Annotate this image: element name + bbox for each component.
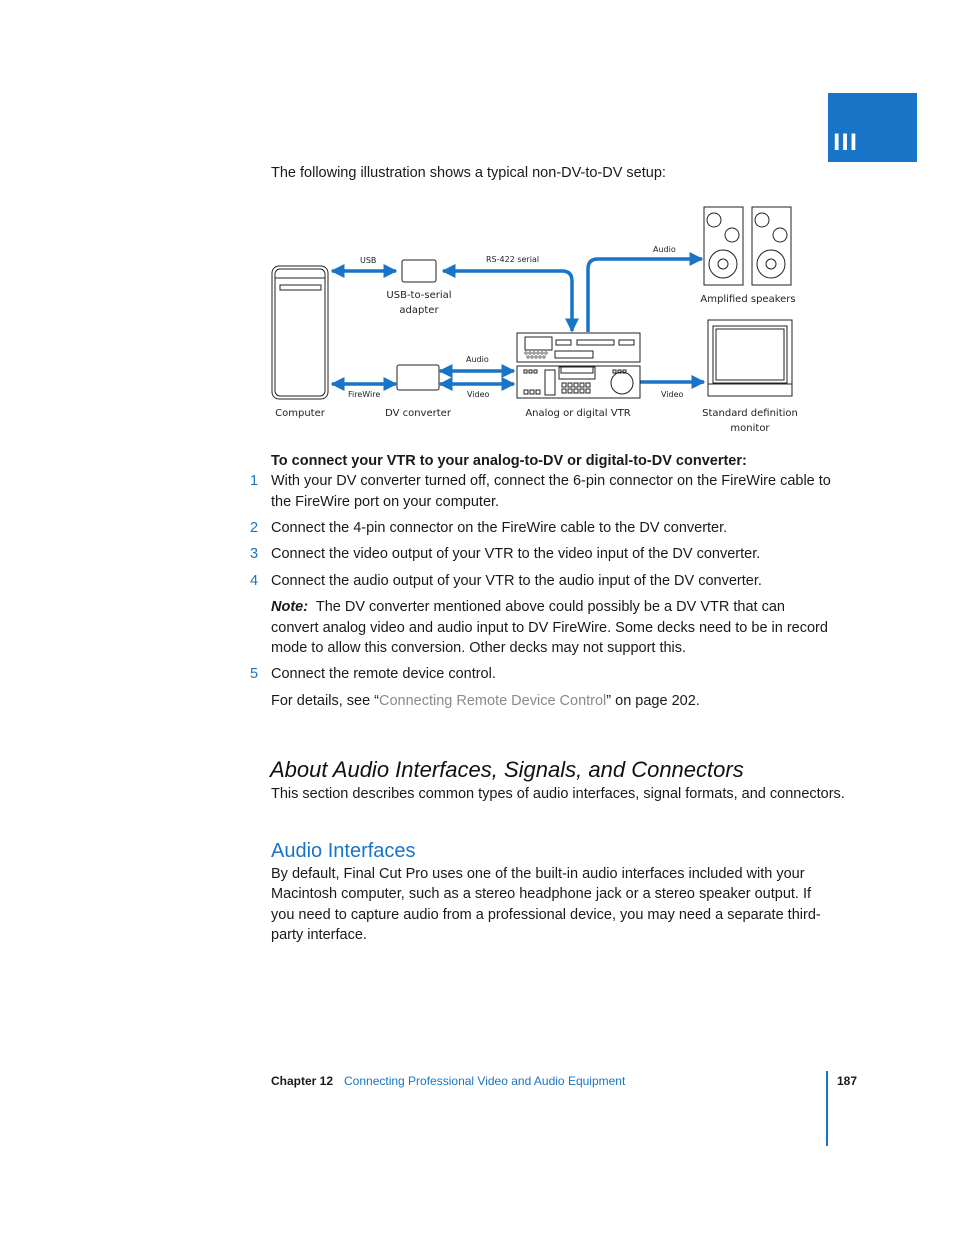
usb-adapter-label-1: USB-to-serial — [386, 290, 451, 301]
section-title: About Audio Interfaces, Signals, and Con… — [270, 757, 744, 782]
speakers-icon — [703, 206, 792, 286]
procedure-heading: To connect your VTR to your analog-to-DV… — [271, 453, 747, 469]
part-tab: III — [828, 93, 917, 162]
note-label: Note: — [271, 599, 309, 615]
rs422-cable — [441, 264, 579, 333]
step-number: 4 — [250, 573, 259, 589]
firewire-label: FireWire — [348, 390, 380, 399]
note-text: The DV converter mentioned above could p… — [271, 599, 828, 656]
video-monitor-label: Video — [661, 390, 684, 399]
note: Note: The DV converter mentioned above c… — [271, 597, 831, 659]
subsection-title: Audio Interfaces — [271, 840, 416, 862]
dv-converter-icon — [396, 364, 440, 391]
details-reference: For details, see “Connecting Remote Devi… — [271, 691, 700, 711]
computer-icon — [271, 265, 329, 400]
page-number: 187 — [837, 1074, 858, 1088]
step-number: 2 — [250, 520, 259, 536]
rs422-label: RS-422 serial — [486, 255, 539, 264]
video-converter-label: Video — [467, 390, 490, 399]
monitor-label-2: monitor — [730, 423, 770, 434]
cross-reference-link[interactable]: Connecting Remote Device Control — [379, 693, 606, 709]
part-number: III — [833, 131, 859, 156]
step-text: Connect the video output of your VTR to … — [271, 546, 761, 562]
footer-divider — [826, 1071, 828, 1146]
step-number: 1 — [250, 473, 259, 489]
monitor-icon — [707, 319, 793, 397]
footer-chapter: Chapter 12 — [271, 1074, 334, 1088]
audio-speakers-cable — [586, 252, 704, 332]
section-description: This section describes common types of a… — [271, 786, 845, 802]
connection-diagram: USB RS-422 serial Audio Audio FireWire V… — [271, 206, 798, 434]
step-text: Connect the remote device control. — [271, 666, 496, 682]
usb-adapter-label-2: adapter — [399, 305, 439, 316]
usb-label: USB — [360, 256, 376, 265]
audio-converter-label: Audio — [466, 355, 489, 364]
details-suffix: ” on page 202. — [606, 693, 700, 709]
vtr-icon — [516, 332, 641, 399]
step-text: With your DV converter turned off, conne… — [271, 473, 831, 510]
subsection-body: By default, Final Cut Pro uses one of th… — [271, 866, 821, 943]
intro-text: The following illustration shows a typic… — [271, 165, 666, 181]
dv-converter-label: DV converter — [385, 408, 452, 419]
usb-adapter-icon — [401, 259, 437, 283]
step-text: Connect the 4-pin connector on the FireW… — [271, 520, 728, 536]
step-number: 5 — [250, 666, 259, 682]
step-number: 3 — [250, 546, 259, 562]
monitor-label-1: Standard definition — [702, 408, 798, 419]
computer-label: Computer — [275, 408, 326, 419]
speakers-label: Amplified speakers — [700, 294, 795, 305]
audio-speakers-label: Audio — [653, 245, 676, 254]
details-prefix: For details, see “ — [271, 693, 379, 709]
step-text: Connect the audio output of your VTR to … — [271, 573, 762, 589]
footer-chapter-title[interactable]: Connecting Professional Video and Audio … — [344, 1073, 625, 1089]
vtr-label: Analog or digital VTR — [525, 408, 630, 419]
